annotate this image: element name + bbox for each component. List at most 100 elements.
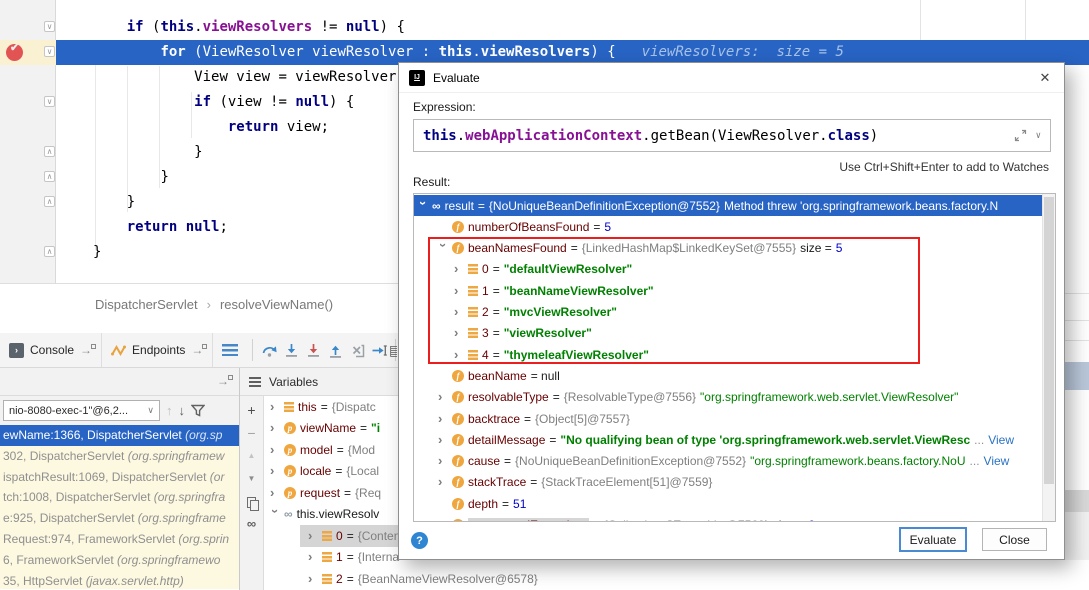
chevron-expanded-icon[interactable] <box>418 201 428 211</box>
ide-debugger-screen: if (this.viewResolvers != null) { for (V… <box>0 0 1089 590</box>
fold-marker-icon[interactable] <box>44 96 55 107</box>
chevron-collapsed-icon[interactable] <box>308 574 318 584</box>
frame-location: ispatchResult:1069, DispatcherServlet <box>3 470 210 484</box>
view-link[interactable]: View <box>988 433 1014 447</box>
filter-funnel-icon[interactable] <box>191 404 205 417</box>
remove-watch-button[interactable] <box>247 426 255 440</box>
breakpoint-icon[interactable] <box>6 44 23 61</box>
result-tree-row[interactable]: detailMessage = "No qualifying bean of t… <box>414 429 1042 450</box>
result-tree-row[interactable]: 1 = "beanNameViewResolver" <box>414 280 1042 301</box>
result-tree-row[interactable]: suppressedExceptions = {Collections$Empt… <box>414 515 1042 523</box>
expand-editor-icon[interactable] <box>1014 129 1027 142</box>
previous-frame-icon[interactable] <box>166 403 173 418</box>
evaluate-button[interactable]: Evaluate <box>900 528 966 551</box>
toolbar-icon-clipped[interactable] <box>389 342 397 358</box>
chevron-expanded-icon[interactable] <box>438 243 448 253</box>
chevron-collapsed-icon[interactable] <box>438 414 448 424</box>
frame-package: (org.springframewo <box>117 553 220 567</box>
result-tree-row[interactable]: 2 = "mvcViewResolver" <box>414 302 1042 323</box>
result-tree-row[interactable]: cause = {NoUniqueBeanDefinitionException… <box>414 451 1042 472</box>
step-over-button[interactable] <box>258 340 280 360</box>
help-button[interactable] <box>411 532 428 549</box>
chevron-collapsed-icon[interactable] <box>270 402 280 412</box>
fold-marker-icon[interactable] <box>44 21 55 32</box>
chevron-collapsed-icon[interactable] <box>438 392 448 402</box>
panel-menu-icon[interactable] <box>249 377 261 387</box>
scrollbar[interactable] <box>1042 194 1055 521</box>
result-tree-row[interactable]: 0 = "defaultViewResolver" <box>414 259 1042 280</box>
result-tree-row[interactable]: numberOfBeansFound = 5 <box>414 216 1042 237</box>
watches-hint: Use Ctrl+Shift+Enter to add to Watches <box>839 160 1049 174</box>
chevron-collapsed-icon[interactable] <box>270 445 280 455</box>
result-tree-row[interactable]: 3 = "viewResolver" <box>414 323 1042 344</box>
chevron-collapsed-icon[interactable] <box>438 477 448 487</box>
chevron-collapsed-icon[interactable] <box>454 307 464 317</box>
pin-icon[interactable] <box>217 374 229 388</box>
result-tree-row[interactable]: stackTrace = {StackTraceElement[51]@7559… <box>414 472 1042 493</box>
result-tree-row[interactable]: 4 = "thymeleafViewResolver" <box>414 344 1042 365</box>
breadcrumb-class[interactable]: DispatcherServlet <box>95 297 198 312</box>
fold-marker-icon[interactable] <box>44 196 55 207</box>
stack-frame-row[interactable]: ispatchResult:1069, DispatcherServlet (o… <box>0 467 239 488</box>
stack-frame-row[interactable]: 302, DispatcherServlet (org.springframew <box>0 446 239 467</box>
history-chevron-icon[interactable] <box>1036 131 1041 141</box>
close-button[interactable]: Close <box>982 528 1047 551</box>
fold-marker-icon[interactable] <box>44 246 55 257</box>
breadcrumb-method[interactable]: resolveViewName() <box>220 297 333 312</box>
result-tree-row[interactable]: beanName = null <box>414 365 1042 386</box>
stack-frame-row[interactable]: tch:1008, DispatcherServlet (org.springf… <box>0 487 239 508</box>
add-watch-button[interactable] <box>247 403 255 417</box>
move-down-button[interactable] <box>248 472 256 486</box>
tab-endpoints[interactable]: Endpoints <box>102 333 213 367</box>
chevron-collapsed-icon[interactable] <box>454 328 464 338</box>
indent <box>93 69 194 85</box>
chevron-collapsed-icon[interactable] <box>308 552 318 562</box>
close-icon[interactable] <box>1036 70 1054 86</box>
stack-frame-row[interactable]: 35, HttpServlet (javax.servlet.http) <box>0 571 239 589</box>
show-watches-icon[interactable] <box>247 517 256 531</box>
chevron-expanded-icon[interactable] <box>270 509 280 519</box>
fold-marker-icon[interactable] <box>44 171 55 182</box>
result-tree-row[interactable]: backtrace = {Object[5]@7557} <box>414 408 1042 429</box>
chevron-collapsed-icon[interactable] <box>270 423 280 433</box>
thread-dropdown[interactable]: nio-8080-exec-1"@6,2... <box>3 400 160 421</box>
move-up-button[interactable] <box>248 449 256 463</box>
chevron-collapsed-icon[interactable] <box>454 350 464 360</box>
text-segment: = <box>493 262 500 276</box>
editor-gutter[interactable] <box>0 0 56 283</box>
layout-options-icon[interactable] <box>222 344 238 356</box>
fold-marker-icon[interactable] <box>44 46 55 57</box>
chevron-collapsed-icon[interactable] <box>438 435 448 445</box>
chevron-collapsed-icon[interactable] <box>454 286 464 296</box>
stack-frame-row[interactable]: e:925, DispatcherServlet (org.springfram… <box>0 508 239 529</box>
stack-frame-row[interactable]: ewName:1366, DispatcherServlet (org.sp <box>0 425 239 446</box>
chevron-collapsed-icon[interactable] <box>438 456 448 466</box>
fold-marker-icon[interactable] <box>44 146 55 157</box>
text-segment: {Conten <box>358 529 401 543</box>
duplicate-watch-button[interactable] <box>247 497 256 508</box>
result-tree-row[interactable]: depth = 51 <box>414 493 1042 514</box>
scrollbar-thumb[interactable] <box>1044 197 1054 484</box>
force-step-into-button[interactable] <box>302 340 324 360</box>
stack-frame-row[interactable]: Request:974, FrameworkServlet (org.sprin <box>0 529 239 550</box>
stack-frame-row[interactable]: 6, FrameworkServlet (org.springframewo <box>0 550 239 571</box>
drop-frame-button[interactable] <box>346 340 368 360</box>
chevron-collapsed-icon[interactable] <box>308 531 318 541</box>
expression-input[interactable]: this.webApplicationContext.getBean(ViewR… <box>413 119 1051 152</box>
array-element-icon <box>468 350 478 360</box>
result-tree-row[interactable]: beanNamesFound = {LinkedHashMap$LinkedKe… <box>414 238 1042 259</box>
step-into-button[interactable] <box>280 340 302 360</box>
view-link[interactable]: View <box>984 454 1010 468</box>
result-tree-row[interactable]: result = {NoUniqueBeanDefinitionExceptio… <box>414 195 1042 216</box>
next-frame-icon[interactable] <box>179 403 186 418</box>
result-tree-row[interactable]: resolvableType = {ResolvableType@7556} "… <box>414 387 1042 408</box>
chevron-collapsed-icon[interactable] <box>454 264 464 274</box>
dialog-titlebar[interactable]: Evaluate <box>399 63 1064 93</box>
step-out-button[interactable] <box>324 340 346 360</box>
text-segment: ... <box>974 433 984 447</box>
variable-row[interactable]: 2 = {BeanNameViewResolver@6578} <box>264 568 1089 590</box>
tab-console[interactable]: Console <box>0 333 102 367</box>
run-to-cursor-button[interactable] <box>368 340 390 360</box>
chevron-collapsed-icon[interactable] <box>270 488 280 498</box>
chevron-collapsed-icon[interactable] <box>270 466 280 476</box>
